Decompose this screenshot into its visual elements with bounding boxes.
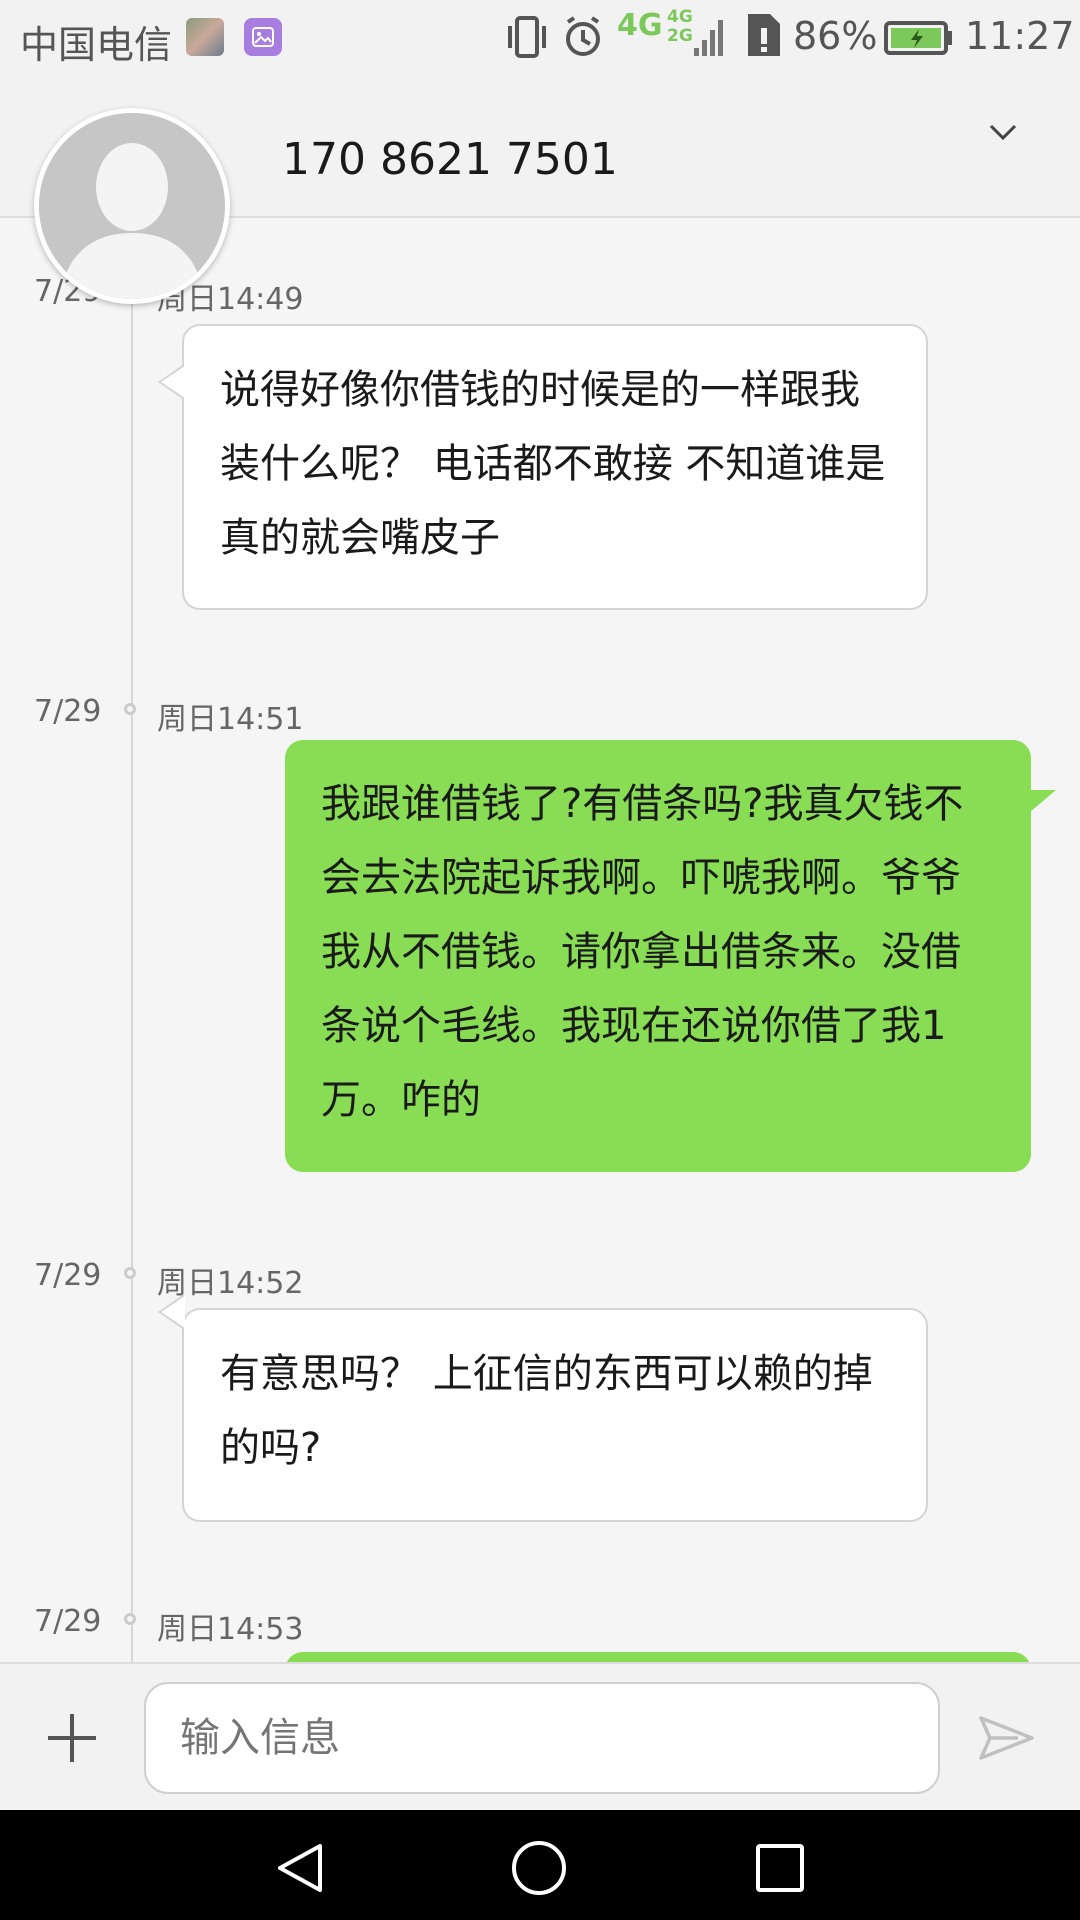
incoming-message-bubble[interactable]: 说得好像你借钱的时候是的一样跟我装什么呢？ 电话都不敢接 不知道谁是真的就会嘴皮…: [182, 324, 928, 610]
network-type-label: 4G: [617, 8, 663, 43]
incoming-message-bubble[interactable]: 有意思吗？ 上征信的东西可以赖的掉的吗?: [182, 1308, 928, 1522]
message-time: 周日14:53: [157, 1612, 304, 1647]
network-small-label: 4G 2G: [667, 7, 693, 46]
bubble-tail: [161, 366, 185, 398]
carrier-label: 中国电信: [20, 23, 173, 67]
navigation-bar: [0, 1810, 1080, 1920]
timeline-dot: [124, 703, 136, 715]
avatar-silhouette-icon: [39, 113, 225, 299]
timeline-dot: [124, 1613, 136, 1625]
sim-icon: [744, 10, 784, 64]
chevron-down-icon[interactable]: [985, 120, 1021, 148]
recents-icon[interactable]: [753, 1840, 807, 1900]
bubble-tail: [1030, 790, 1056, 812]
send-icon[interactable]: [978, 1714, 1036, 1766]
clock: 11:27: [965, 14, 1075, 58]
add-icon[interactable]: [44, 1710, 100, 1770]
vibrate-icon: [506, 14, 548, 64]
outgoing-message-bubble[interactable]: 我跟谁借钱了?有借条吗?我真欠钱不会去法院起诉我啊。吓唬我啊。爷爷我从不借钱。请…: [285, 740, 1031, 1172]
battery-percent: 86%: [793, 14, 878, 58]
message-input[interactable]: [144, 1682, 940, 1794]
avatar[interactable]: [34, 108, 230, 304]
status-bar: 中国电信 4G 4G 2G 86% 11:27: [0, 0, 1080, 76]
contact-number[interactable]: 170 8621 7501: [282, 134, 618, 185]
message-time: 周日14:51: [157, 702, 304, 737]
timeline-line: [131, 216, 133, 1662]
image-thumbnail-icon: [186, 18, 224, 56]
signal-icon: [692, 14, 726, 64]
message-date: 7/29: [34, 694, 102, 729]
timeline-dot: [124, 1267, 136, 1279]
battery-icon: [884, 20, 954, 60]
home-icon[interactable]: [510, 1840, 568, 1900]
gallery-icon: [244, 18, 282, 56]
alarm-icon: [562, 14, 604, 64]
message-date: 7/29: [34, 1258, 102, 1293]
message-date: 7/29: [34, 1604, 102, 1639]
composer-bar: [0, 1662, 1080, 1812]
back-icon[interactable]: [272, 1840, 328, 1900]
bubble-tail: [161, 1296, 185, 1328]
